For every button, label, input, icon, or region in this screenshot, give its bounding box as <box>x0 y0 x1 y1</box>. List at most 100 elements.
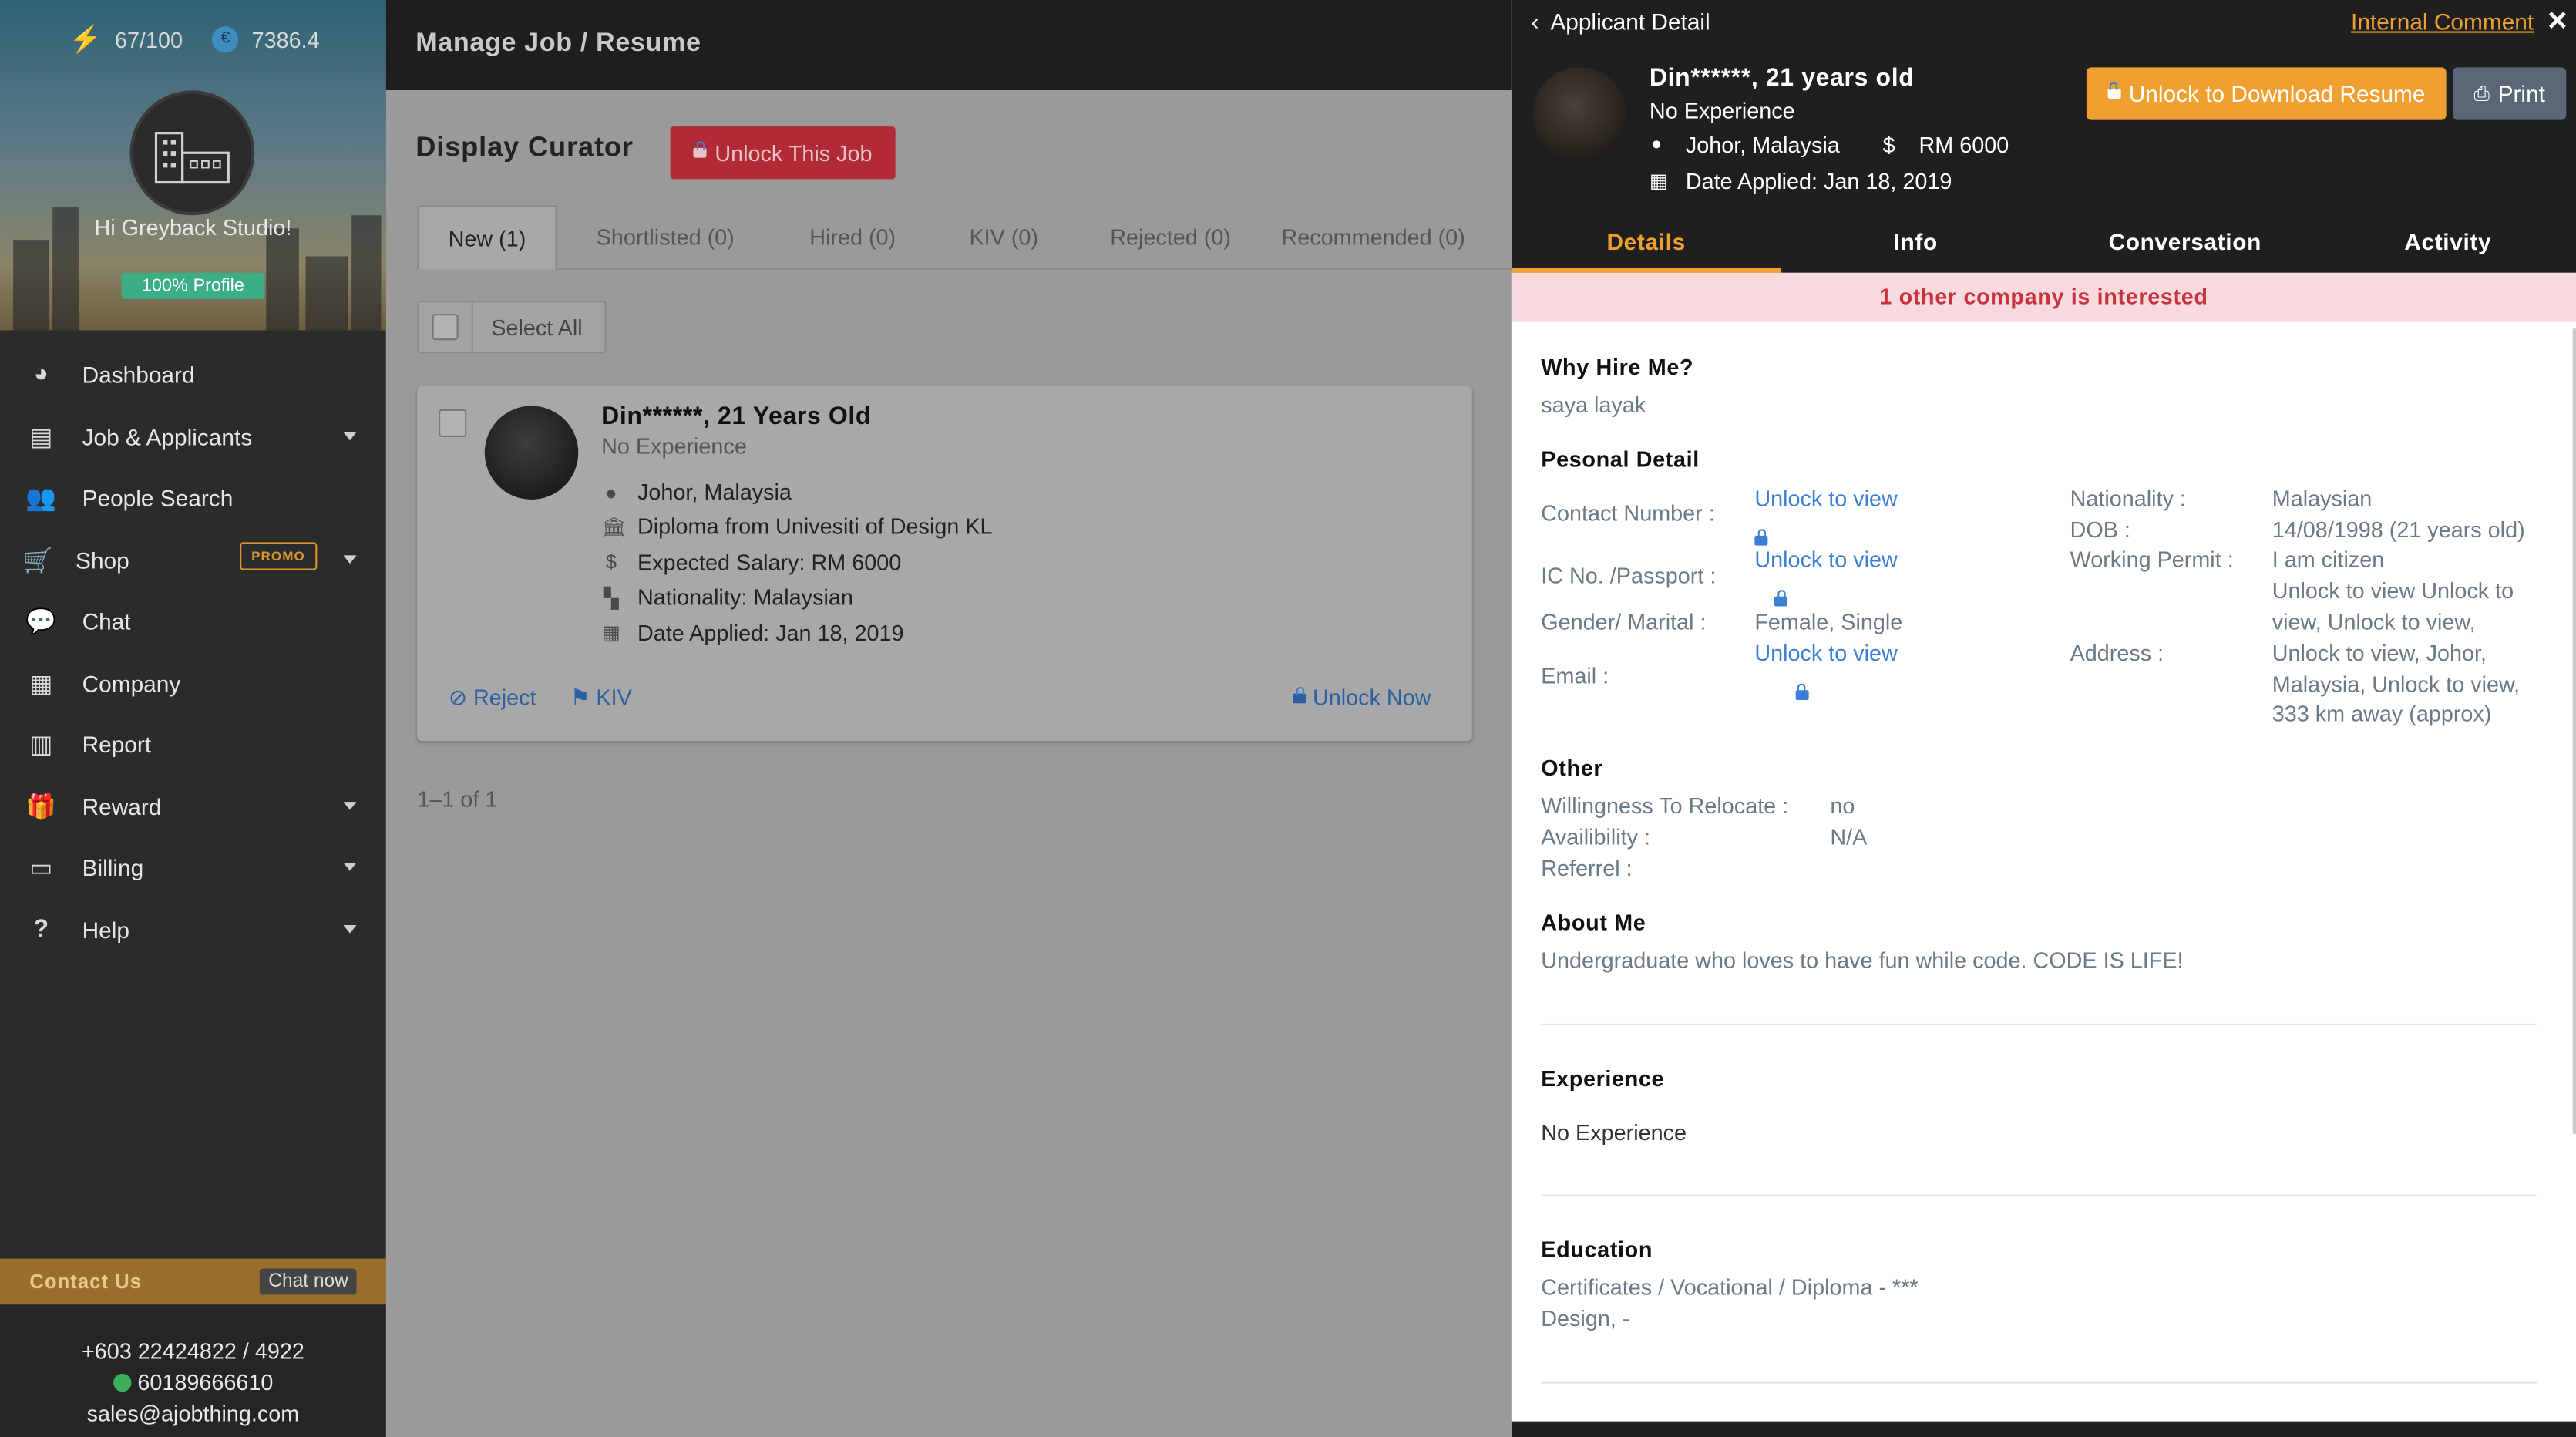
select-all-control[interactable]: Select All <box>417 301 607 354</box>
panel-title: Applicant Detail <box>1550 8 1710 35</box>
credits-indicator: ⚡ 67/100 € 7386.4 <box>69 23 320 56</box>
pagination-text: 1–1 of 1 <box>417 786 498 812</box>
tab-kiv[interactable]: KIV (0) <box>945 205 1063 269</box>
dob-value: 14/08/1998 (21 years old) <box>2272 517 2525 543</box>
whatsapp-row[interactable]: 60189666610 <box>0 1367 386 1398</box>
experience-text: No Experience <box>1541 1120 1687 1146</box>
tab-conversation[interactable]: Conversation <box>2050 215 2320 273</box>
applicant-date-applied: Date Applied: Jan 18, 2019 <box>637 621 904 646</box>
select-all-checkbox[interactable] <box>419 302 473 352</box>
tab-activity[interactable]: Activity <box>2320 215 2576 273</box>
tab-new[interactable]: New (1) <box>417 205 557 270</box>
divider <box>1541 1381 2537 1384</box>
profile-completion-badge: 100% Profile <box>122 272 264 299</box>
document-icon: ▤ <box>29 422 53 452</box>
sales-email[interactable]: sales@ajobthing.com <box>0 1398 386 1429</box>
internal-comment-link[interactable]: Internal Comment <box>2351 8 2534 35</box>
select-all-label: Select All <box>491 315 583 340</box>
contact-us-label: Contact Us <box>29 1270 143 1294</box>
personal-detail-heading: Pesonal Detail <box>1541 446 1700 472</box>
divider <box>1541 1194 2537 1196</box>
calendar-icon: ▦ <box>1649 169 1669 193</box>
other-heading: Other <box>1541 756 1603 781</box>
tab-info[interactable]: Info <box>1781 215 2050 273</box>
nav-label: Billing <box>82 853 144 880</box>
nav-reward[interactable]: 🎁 Reward <box>0 776 386 836</box>
sidebar: ⚡ 67/100 € 7386.4 Hi Greyback Studio! 10… <box>0 0 386 1437</box>
applicant-nationality: Nationality: Malaysian <box>637 584 853 610</box>
applicant-detail-panel: ‹ Applicant Detail Internal Comment ✕ Di… <box>1511 0 2576 1437</box>
address-value-2: Malaysia, Unlock to view, <box>2272 671 2521 697</box>
institution-icon: 🏛 <box>601 516 627 540</box>
education-line-1: Certificates / Vocational / Diploma - **… <box>1541 1274 1919 1300</box>
print-button[interactable]: ⎙ Print <box>2453 67 2567 120</box>
credit-card-icon: ▭ <box>29 853 53 882</box>
chat-now-button[interactable]: Chat now <box>260 1268 357 1295</box>
lock-icon <box>1795 683 1809 700</box>
nav-dashboard[interactable]: ◕ Dashboard <box>0 343 386 404</box>
credits-count: 67/100 <box>115 27 183 52</box>
applicant-name[interactable]: Din******, 21 Years Old <box>601 402 871 430</box>
nav-shop[interactable]: 🛒 Shop PROMO <box>0 529 386 590</box>
tab-details[interactable]: Details <box>1511 215 1781 273</box>
company-avatar[interactable] <box>129 90 255 216</box>
lock-icon <box>693 141 707 158</box>
unlock-resume-button[interactable]: Unlock to Download Resume <box>2086 67 2447 120</box>
gender-marital-label: Gender/ Marital : <box>1541 609 1707 634</box>
tab-rejected[interactable]: Rejected (0) <box>1085 205 1257 269</box>
nav-people-search[interactable]: 👥 People Search <box>0 466 386 527</box>
contact-unlock-link[interactable]: Unlock to view <box>1754 486 1898 511</box>
nav-report[interactable]: ▥ Report <box>0 713 386 774</box>
phone-number[interactable]: +603 22424822 / 4922 <box>0 1336 386 1367</box>
flag-icon: ⚑ <box>570 685 590 710</box>
kiv-link[interactable]: ⚑ KIV <box>570 685 632 712</box>
unlock-job-button[interactable]: Unlock This Job <box>670 126 896 180</box>
about-me-text: Undergraduate who loves to have fun whil… <box>1541 947 2184 973</box>
working-permit-value-2: Unlock to view Unlock to <box>2272 578 2514 604</box>
close-icon[interactable]: ✕ <box>2547 5 2569 38</box>
lightning-icon: ⚡ <box>69 26 102 55</box>
caret-down-icon <box>343 802 357 810</box>
kiv-label: KIV <box>596 685 632 710</box>
availability-value: N/A <box>1830 824 1868 850</box>
building-logo-icon <box>154 132 230 184</box>
panel-scrollbar[interactable] <box>2572 328 2576 1134</box>
dashboard-icon: ◕ <box>33 359 49 389</box>
email-label: Email : <box>1541 664 1609 689</box>
applicant-location: Johor, Malaysia <box>637 480 792 505</box>
nav-label: Job & Applicants <box>82 422 253 449</box>
tab-hired[interactable]: Hired (0) <box>780 205 925 269</box>
calendar-icon: ▦ <box>601 621 620 644</box>
gift-icon: 🎁 <box>25 793 57 821</box>
nav-help[interactable]: ? Help <box>0 899 386 960</box>
tab-recommended[interactable]: Recommended (0) <box>1281 205 1511 269</box>
reject-link[interactable]: ⊘ Reject <box>449 685 536 712</box>
tab-shortlisted[interactable]: Shortlisted (0) <box>567 205 764 269</box>
caret-down-icon <box>343 862 357 871</box>
divider <box>1541 1023 2537 1025</box>
page-title: Display Curator <box>415 131 634 163</box>
email-unlock-link[interactable]: Unlock to view <box>1754 641 1898 665</box>
education-line-2: Design, - <box>1541 1306 1630 1331</box>
panel-salary: RM 6000 <box>1919 133 2009 158</box>
building-icon: ▦ <box>29 669 53 698</box>
panel-footer-bar <box>1511 1421 2576 1437</box>
dob-label: DOB : <box>2070 517 2130 543</box>
map-icon: ▚ <box>604 586 619 610</box>
nav-company[interactable]: ▦ Company <box>0 652 386 713</box>
applicant-education: Diploma from Univesiti of Design KL <box>637 514 993 540</box>
coin-icon: € <box>212 26 239 53</box>
unlock-now-link[interactable]: Unlock Now <box>1293 685 1431 710</box>
relocate-label: Willingness To Relocate : <box>1541 793 1789 819</box>
promo-badge: PROMO <box>240 542 317 570</box>
back-to-list[interactable]: ‹ Applicant Detail <box>1531 8 1710 35</box>
caret-down-icon <box>343 555 357 564</box>
ic-unlock-link[interactable]: Unlock to view <box>1754 547 1898 572</box>
referral-label: Referrel : <box>1541 856 1633 881</box>
applicant-checkbox[interactable] <box>439 409 467 437</box>
why-hire-heading: Why Hire Me? <box>1541 355 1694 380</box>
nav-billing[interactable]: ▭ Billing <box>0 836 386 897</box>
nav-chat[interactable]: 💬 Chat <box>0 590 386 651</box>
nav-job-applicants[interactable]: ▤ Job & Applicants <box>0 406 386 466</box>
contact-bar: Contact Us Chat now <box>0 1258 386 1305</box>
